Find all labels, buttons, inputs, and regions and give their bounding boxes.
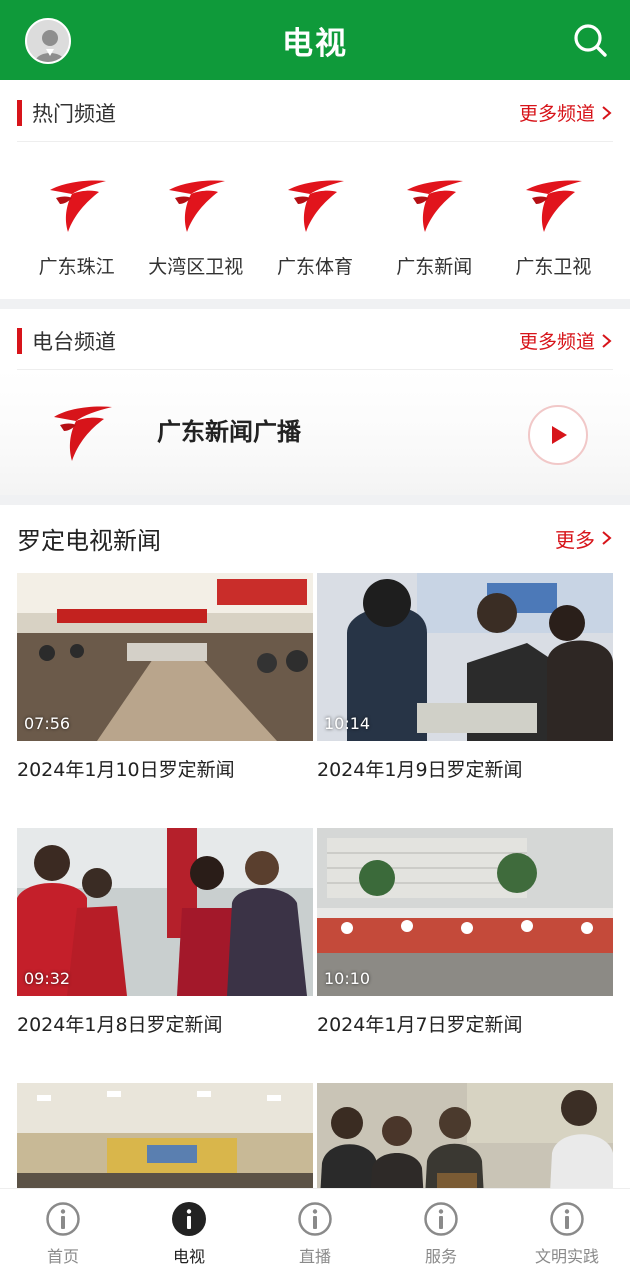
video-thumbnail: 10:14 bbox=[317, 573, 613, 741]
news-card[interactable]: 07:56 2024年1月10日罗定新闻 bbox=[17, 573, 313, 782]
channel-logo bbox=[44, 170, 110, 236]
tab-label: 首页 bbox=[46, 1247, 79, 1266]
news-card[interactable]: 09:32 2024年1月8日罗定新闻 bbox=[17, 828, 313, 1037]
more-channels-link[interactable]: 更多频道 bbox=[519, 99, 613, 126]
news-title: 2024年1月8日罗定新闻 bbox=[17, 1014, 223, 1036]
hot-channel-list: 广东珠江 大湾区卫视 广东体育 广东新闻 广东卫视 bbox=[17, 170, 613, 279]
tab-label: 文明实践 bbox=[534, 1247, 599, 1266]
channel-logo bbox=[46, 395, 116, 465]
search-icon[interactable] bbox=[572, 22, 608, 58]
tab-label: 电视 bbox=[172, 1247, 205, 1266]
avatar[interactable] bbox=[25, 18, 71, 64]
tab-item[interactable]: 直播 bbox=[252, 1189, 378, 1280]
video-duration: 10:10 bbox=[324, 969, 371, 988]
news-title: 2024年1月7日罗定新闻 bbox=[317, 1014, 523, 1036]
more-label: 更多频道 bbox=[518, 331, 595, 353]
channel-label: 广东新闻 bbox=[396, 256, 473, 278]
more-radio-link[interactable]: 更多频道 bbox=[519, 327, 613, 354]
video-thumbnail: 09:32 bbox=[17, 828, 313, 996]
play-icon bbox=[552, 426, 567, 444]
tab-item[interactable]: 服务 bbox=[378, 1189, 504, 1280]
more-label: 更多 bbox=[555, 527, 595, 552]
channel-logo bbox=[163, 170, 229, 236]
channel-label: 广东体育 bbox=[277, 256, 354, 278]
section-title: 罗定电视新闻 bbox=[17, 526, 161, 555]
channel-item[interactable]: 大湾区卫视 bbox=[136, 170, 255, 279]
channel-item[interactable]: 广东体育 bbox=[255, 170, 374, 279]
section-marker bbox=[17, 327, 22, 354]
section-title: 热门频道 bbox=[32, 101, 116, 126]
channel-item[interactable]: 广东卫视 bbox=[494, 170, 613, 279]
channel-logo bbox=[401, 170, 467, 236]
video-thumbnail: 07:56 bbox=[17, 573, 313, 741]
radio-channels-header: 电台频道 更多频道 bbox=[17, 312, 613, 370]
channel-item[interactable]: 广东新闻 bbox=[375, 170, 494, 279]
info-icon bbox=[45, 1201, 81, 1237]
page-title: 电视 bbox=[282, 25, 348, 62]
news-card[interactable]: 10:10 2024年1月7日罗定新闻 bbox=[317, 828, 613, 1037]
chevron-right-icon bbox=[602, 531, 612, 545]
tab-label: 服务 bbox=[424, 1247, 457, 1266]
hot-channels-header: 热门频道 更多频道 bbox=[17, 84, 613, 142]
more-label: 更多频道 bbox=[518, 103, 595, 125]
tab-item[interactable]: 文明实践 bbox=[504, 1189, 630, 1280]
tab-item[interactable]: 电视 bbox=[126, 1189, 252, 1280]
section-title: 电台频道 bbox=[32, 329, 116, 354]
section-divider bbox=[0, 299, 630, 309]
news-card[interactable]: 10:14 2024年1月9日罗定新闻 bbox=[317, 573, 613, 782]
info-icon bbox=[423, 1201, 459, 1237]
news-title: 2024年1月9日罗定新闻 bbox=[317, 759, 523, 781]
video-duration: 09:32 bbox=[24, 969, 71, 988]
info-icon bbox=[171, 1201, 207, 1237]
channel-label: 大湾区卫视 bbox=[148, 256, 244, 278]
chevron-right-icon bbox=[602, 333, 612, 348]
more-news-link[interactable]: 更多 bbox=[555, 524, 613, 553]
info-icon bbox=[297, 1201, 333, 1237]
radio-featured-item[interactable]: 广东新闻广播 bbox=[0, 370, 630, 495]
video-duration: 07:56 bbox=[24, 714, 71, 733]
news-title: 2024年1月10日罗定新闻 bbox=[17, 759, 235, 781]
video-thumbnail: 10:10 bbox=[317, 828, 613, 996]
top-bar: 电视 bbox=[0, 0, 630, 80]
channel-logo bbox=[520, 170, 586, 236]
channel-label: 广东珠江 bbox=[38, 256, 115, 278]
section-marker bbox=[17, 99, 22, 126]
info-icon bbox=[549, 1201, 585, 1237]
section-divider bbox=[0, 495, 630, 505]
channel-logo bbox=[282, 170, 348, 236]
channel-item[interactable]: 广东珠江 bbox=[17, 170, 136, 279]
chevron-right-icon bbox=[602, 105, 612, 120]
play-button[interactable] bbox=[528, 405, 588, 465]
bottom-tab-bar: 首页 电视 直播 服务 文明实践 bbox=[0, 1188, 630, 1280]
news-header: 罗定电视新闻 更多 bbox=[17, 510, 613, 566]
tab-item[interactable]: 首页 bbox=[0, 1189, 126, 1280]
tab-label: 直播 bbox=[298, 1247, 331, 1266]
radio-name: 广东新闻广播 bbox=[157, 418, 301, 446]
channel-label: 广东卫视 bbox=[515, 256, 592, 278]
video-duration: 10:14 bbox=[324, 714, 371, 733]
